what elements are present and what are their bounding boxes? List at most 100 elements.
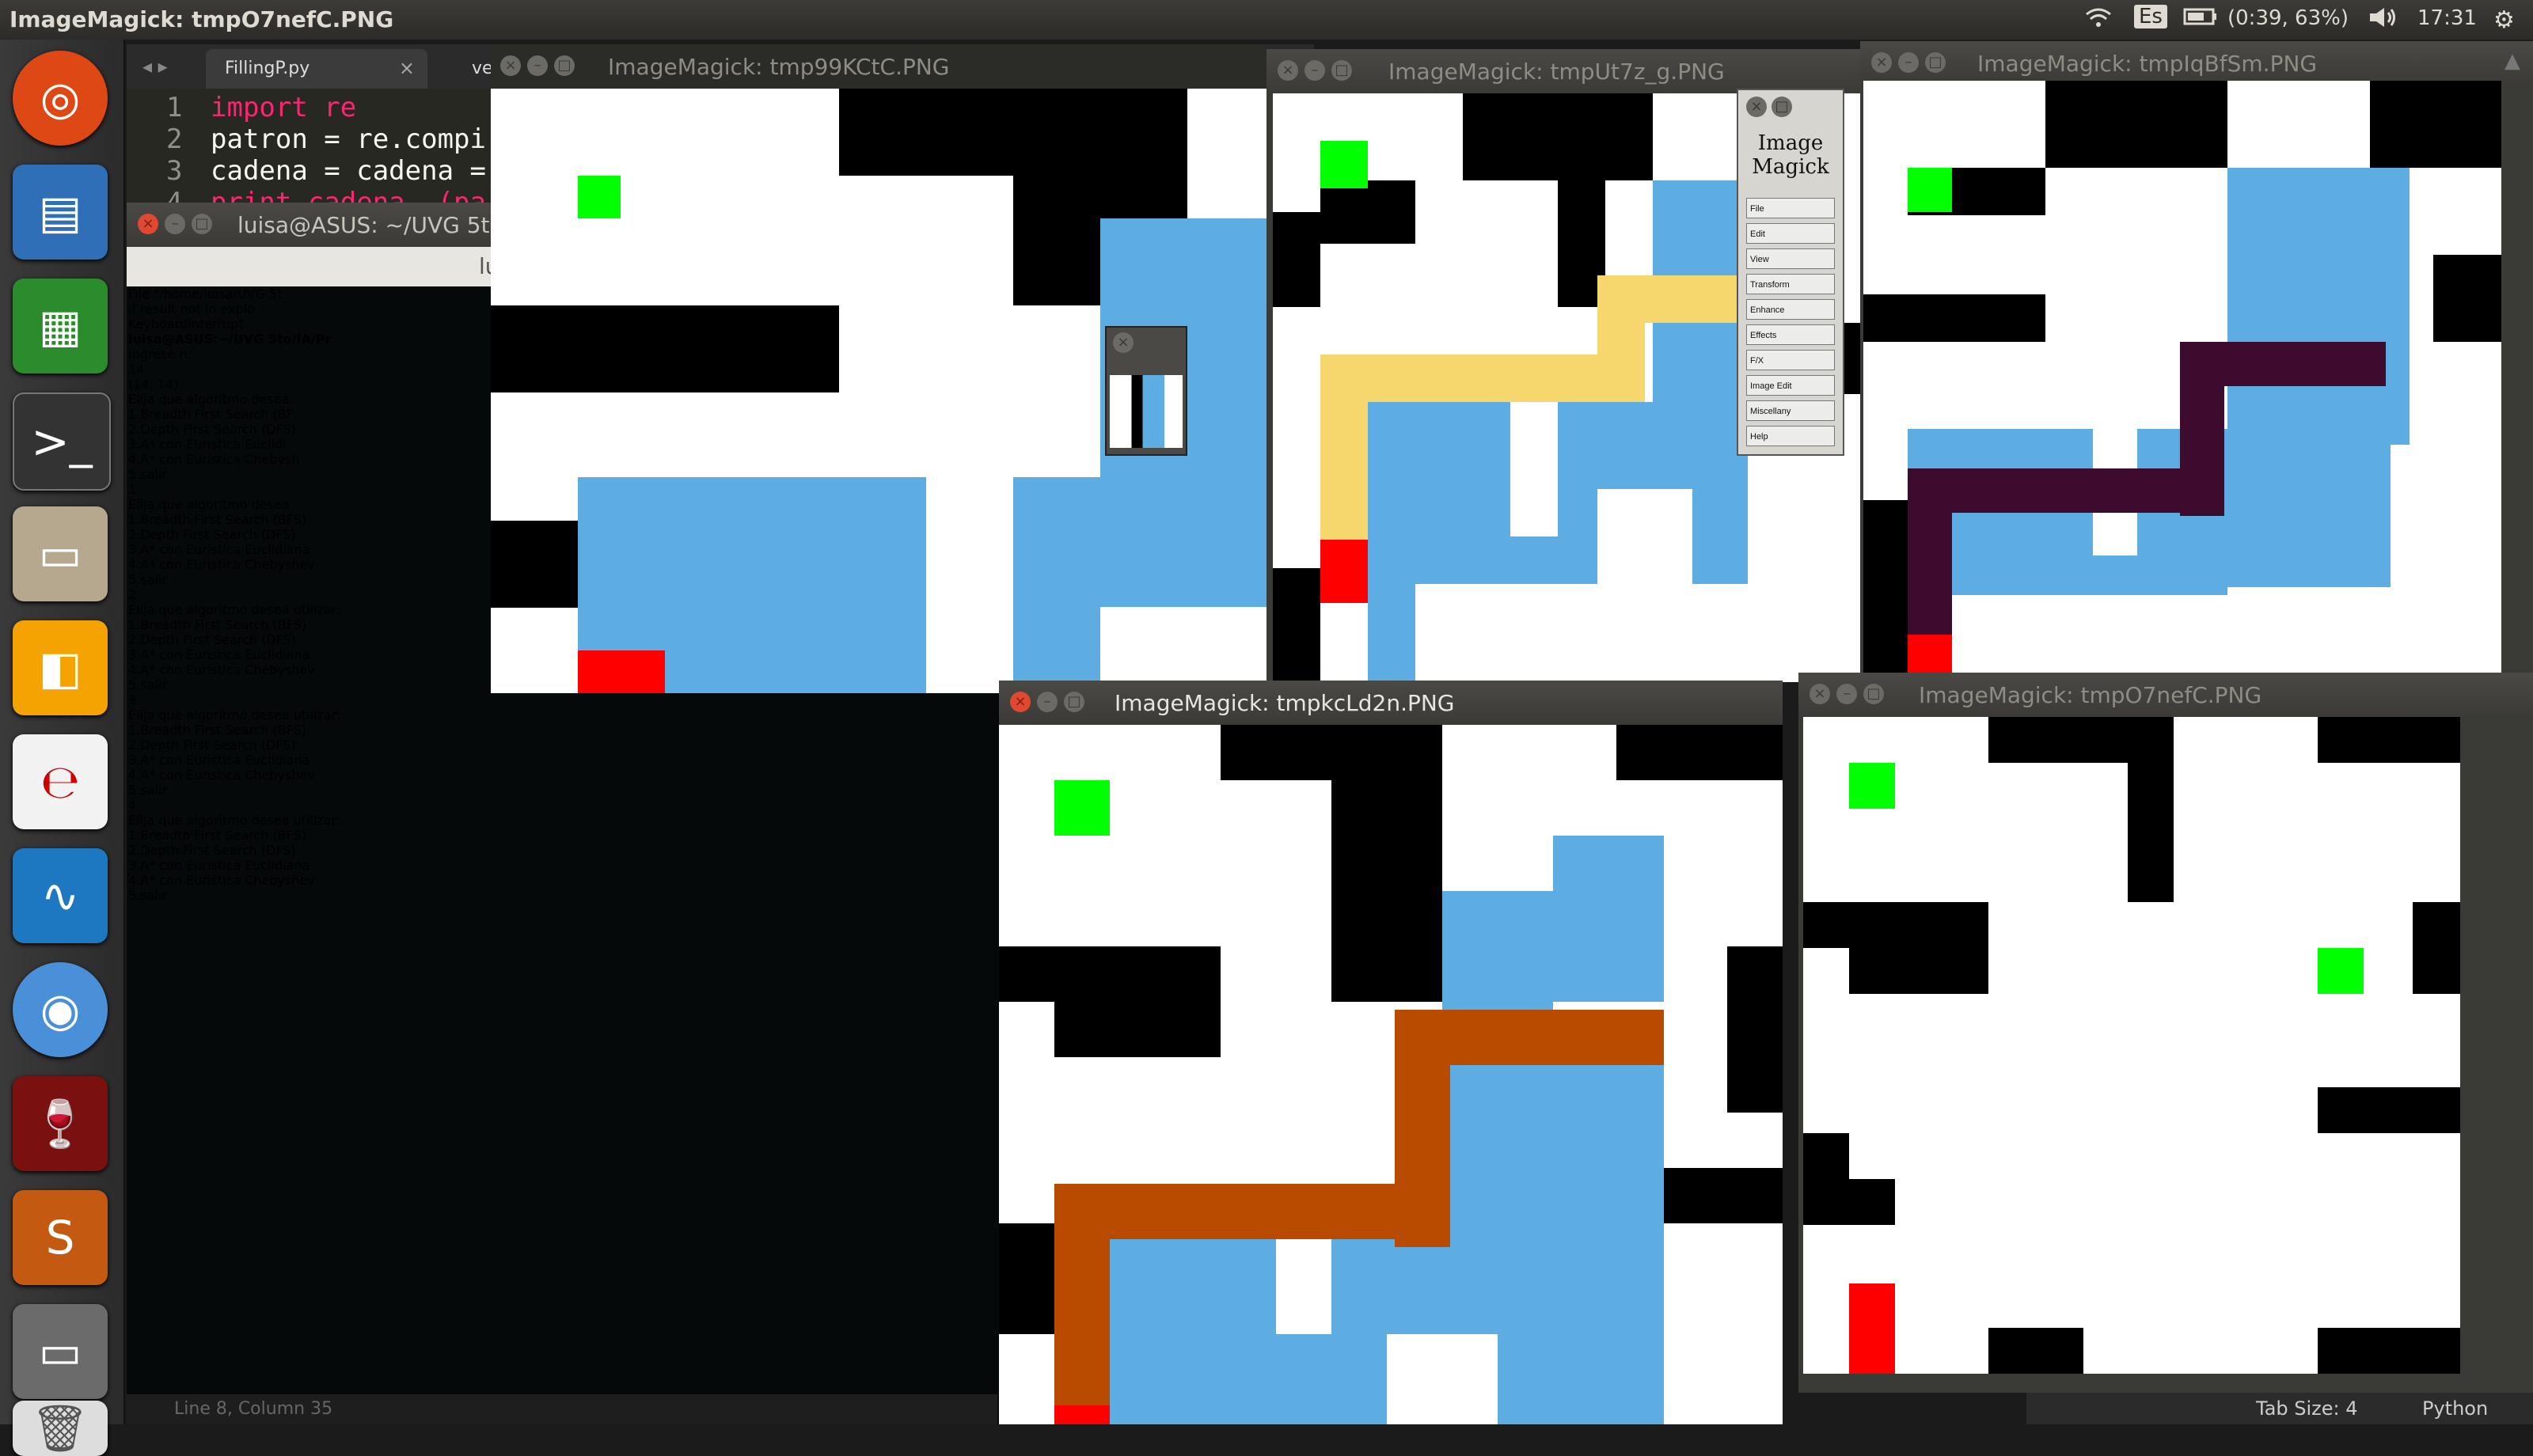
maximize-icon[interactable]: □ xyxy=(1772,97,1792,117)
close-icon[interactable]: × xyxy=(1810,684,1830,704)
menu-image-edit[interactable]: Image Edit xyxy=(1746,375,1835,396)
syntax-language[interactable]: Python xyxy=(2422,1397,2488,1420)
minimize-icon[interactable]: – xyxy=(165,214,185,234)
maximize-icon[interactable]: □ xyxy=(1863,684,1884,704)
system-monitor-icon[interactable]: ∿ xyxy=(13,848,108,943)
mini-preview-window[interactable]: × xyxy=(1105,326,1187,456)
chromium-icon[interactable]: ◉ xyxy=(13,962,108,1057)
ubuntu-dash-icon[interactable]: ◎ xyxy=(13,51,108,146)
close-icon[interactable]: × xyxy=(500,55,521,76)
minimize-icon[interactable]: – xyxy=(1304,60,1325,81)
active-window-title: ImageMagick: tmpO7nefC.PNG xyxy=(9,6,394,32)
line-number: 2 xyxy=(166,123,183,155)
scroll-up-icon[interactable]: ▲ xyxy=(2505,49,2520,73)
maze-image xyxy=(999,725,1783,1424)
nav-arrows-icon[interactable]: ◂ ▸ xyxy=(142,55,168,78)
volume-icon[interactable] xyxy=(2367,6,2398,34)
top-panel: ImageMagick: tmpO7nefC.PNG Es (0:39, 63%… xyxy=(0,0,2533,40)
maximize-icon[interactable]: □ xyxy=(554,55,575,76)
tab-label: FillingP.py xyxy=(225,59,310,78)
tab-2[interactable]: ve xyxy=(472,59,493,78)
writer-icon[interactable]: ▤ xyxy=(13,165,108,260)
minimize-icon[interactable]: – xyxy=(527,55,548,76)
terminal-line: 1.Breadth First Search (BFS) xyxy=(128,722,307,737)
imagemagick-command-widget[interactable]: × □ Image Magick File Edit View Transfor… xyxy=(1737,89,1844,456)
terminal-line: 3.A* con Euristica Euclidiana xyxy=(128,858,310,873)
logo-line-1: Image xyxy=(1757,131,1824,155)
window-title: ImageMagick: tmpIqBfSm.PNG xyxy=(1977,51,2318,77)
menu-miscellany[interactable]: Miscellany xyxy=(1746,400,1835,421)
maximize-icon[interactable]: □ xyxy=(1331,60,1352,81)
files-icon[interactable]: ▭ xyxy=(13,506,108,601)
line-number: 3 xyxy=(166,155,183,187)
gear-icon[interactable]: ⚙ xyxy=(2493,6,2515,34)
tab-size[interactable]: Tab Size: 4 xyxy=(2256,1397,2358,1420)
window-titlebar[interactable]: × – □ ImageMagick: tmpO7nefC.PNG xyxy=(1798,673,2533,717)
terminal-line: 1.Breadth First Search (BFS) xyxy=(128,828,307,843)
wifi-icon[interactable] xyxy=(2085,6,2112,36)
scrollbar[interactable] xyxy=(2509,85,2533,674)
close-icon[interactable]: × xyxy=(138,214,158,234)
menu-file[interactable]: File xyxy=(1746,198,1835,218)
close-icon[interactable]: × xyxy=(1746,97,1767,117)
maximize-icon[interactable]: □ xyxy=(1925,52,1946,73)
terminal-line: 4.A* con Euristica Chebyshev xyxy=(128,768,315,783)
editor-icon[interactable]: ℮ xyxy=(13,734,108,829)
maze-image xyxy=(1863,81,2501,674)
launcher: ◎ ▤ ▦ >_ ▭ ◧ ℮ ∿ ◉ 🍷 S ▭ 🗑 xyxy=(0,40,125,1456)
window-titlebar[interactable]: × – □ ImageMagick: tmp99KCtC.PNG xyxy=(491,44,1266,89)
scrollbar[interactable] xyxy=(2509,717,2533,1393)
window-title: ImageMagick: tmp99KCtC.PNG xyxy=(608,54,950,80)
menu-fx[interactable]: F/X xyxy=(1746,350,1835,370)
sublime-icon[interactable]: S xyxy=(13,1190,108,1285)
maximize-icon[interactable]: □ xyxy=(192,214,212,234)
minimize-icon[interactable]: – xyxy=(1898,52,1919,73)
terminal-line: Elija que algoritmo desea utilizar: xyxy=(128,707,341,722)
tab-fillingp[interactable]: FillingP.py × xyxy=(206,49,427,89)
keyboard-layout-indicator[interactable]: Es xyxy=(2134,5,2167,28)
window-titlebar[interactable]: × – □ ImageMagick: tmpkcLd2n.PNG xyxy=(999,681,1783,725)
terminal-line: 3.A* con Euristica Euclidiana xyxy=(128,753,310,768)
terminal-line: 5.salir xyxy=(128,888,167,903)
code-line: patron = re.compi xyxy=(211,123,486,155)
virtualbox-icon[interactable]: ◧ xyxy=(13,620,108,715)
close-icon[interactable]: × xyxy=(1278,60,1298,81)
menu-edit[interactable]: Edit xyxy=(1746,223,1835,244)
window-title: ImageMagick: tmpUt7z_g.PNG xyxy=(1388,59,1725,85)
imagemagick-window-5[interactable]: × – □ ImageMagick: tmpO7nefC.PNG xyxy=(1798,673,2533,1393)
logo-line-2: Magick xyxy=(1752,155,1829,179)
menu-transform[interactable]: Transform xyxy=(1746,274,1835,294)
trash-icon[interactable]: 🗑 xyxy=(13,1401,108,1456)
calc-icon[interactable]: ▦ xyxy=(13,279,108,373)
close-icon[interactable]: × xyxy=(1871,52,1892,73)
imagemagick-window-1[interactable]: × – □ ImageMagick: tmp99KCtC.PNG × xyxy=(491,44,1266,693)
terminal-line: 3 xyxy=(128,692,137,707)
close-icon[interactable]: × xyxy=(1113,332,1134,353)
maze-image xyxy=(1803,717,2460,1374)
menu-enhance[interactable]: Enhance xyxy=(1746,299,1835,320)
terminal-icon[interactable]: >_ xyxy=(13,392,111,491)
terminal-line: 4.A* con Euristica Chebyshev xyxy=(128,873,315,888)
code-line: cadena = cadena = xyxy=(211,155,486,187)
menu-view[interactable]: View xyxy=(1746,248,1835,269)
menu-help[interactable]: Help xyxy=(1746,426,1835,446)
battery-icon[interactable] xyxy=(2183,6,2218,32)
minimize-icon[interactable]: – xyxy=(1836,684,1857,704)
window-titlebar[interactable]: × – □ ImageMagick: tmpUt7z_g.PNG xyxy=(1266,49,1860,93)
clock[interactable]: 17:31 xyxy=(2417,6,2477,30)
imagemagick-window-3[interactable]: × – □ ImageMagick: tmpIqBfSm.PNG ▲ xyxy=(1860,41,2533,674)
terminal-line: 5.salir xyxy=(128,783,167,798)
close-tab-icon[interactable]: × xyxy=(399,57,415,79)
minimize-icon[interactable]: – xyxy=(1037,692,1058,712)
battery-status[interactable]: (0:39, 63%) xyxy=(2227,6,2349,30)
window-titlebar[interactable]: × – □ ImageMagick: tmpIqBfSm.PNG ▲ xyxy=(1860,41,2533,85)
close-icon[interactable]: × xyxy=(1010,692,1031,712)
wine-icon[interactable]: 🍷 xyxy=(13,1076,108,1171)
maximize-icon[interactable]: □ xyxy=(1064,692,1084,712)
display-icon[interactable]: ▭ xyxy=(13,1304,108,1399)
menu-effects[interactable]: Effects xyxy=(1746,324,1835,345)
imagemagick-window-4[interactable]: × – □ ImageMagick: tmpkcLd2n.PNG xyxy=(999,681,1783,1424)
terminal-title: luisa@ASUS: ~/UVG 5t xyxy=(237,212,490,238)
editor-status-bar: Line 8, Column 35 xyxy=(127,1394,997,1424)
cursor-position: Line 8, Column 35 xyxy=(174,1399,333,1419)
